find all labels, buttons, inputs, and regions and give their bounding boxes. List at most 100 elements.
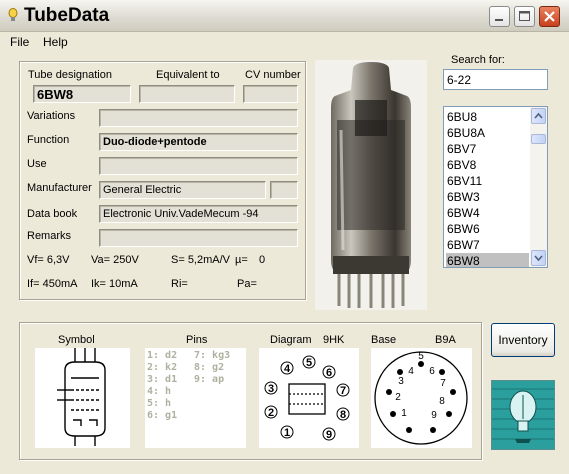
use-label: Use <box>27 158 47 170</box>
base-label: Base <box>371 334 397 346</box>
diagram-pin-number: 6 <box>326 367 332 379</box>
window-title: TubeData <box>24 5 110 26</box>
list-item[interactable]: 6BV7 <box>446 141 529 157</box>
manufacturer-code-field[interactable] <box>270 181 298 199</box>
param-if: If= 450mA <box>27 278 78 290</box>
pin-entry: 5: h <box>147 398 172 409</box>
databook-label: Data book <box>27 208 78 220</box>
pin-entry: 4: h <box>147 386 172 397</box>
param-mu-value: 0 <box>259 254 266 266</box>
vacuum-tube-image <box>331 62 411 308</box>
diagram-pin-number: 7 <box>340 385 346 397</box>
chevron-up-icon <box>534 112 543 119</box>
databook-field[interactable]: Electronic Univ.VadeMecum -94 <box>99 205 298 223</box>
function-label: Function <box>27 134 70 146</box>
pin-diagram-icon: 1 2 3 4 5 6 7 8 9 <box>264 355 350 441</box>
tube-photo <box>315 60 427 310</box>
param-ri: Ri= <box>171 278 188 290</box>
remarks-label: Remarks <box>27 230 72 242</box>
pin-entry: 3: d1 <box>147 374 178 385</box>
minimize-icon <box>495 19 503 21</box>
param-ik: Ik= 10mA <box>91 278 138 290</box>
maximize-button[interactable] <box>514 6 535 27</box>
designation-label: Tube designation <box>28 69 112 81</box>
param-mu: µ= <box>235 254 248 266</box>
equivalent-field[interactable] <box>139 85 235 103</box>
param-pa: Pa= <box>237 278 257 290</box>
pin-entry: 9: ap <box>194 374 225 385</box>
menu-file[interactable]: File <box>10 35 29 49</box>
pins-label: Pins <box>186 334 208 346</box>
search-label: Search for: <box>451 54 505 66</box>
tube-symbol-icon <box>57 348 106 446</box>
param-s: S= 5,2mA/V <box>171 254 231 266</box>
maximize-icon <box>519 11 530 21</box>
list-item[interactable]: 6BW3 <box>446 189 529 205</box>
pin-entry: 6: g1 <box>147 410 178 421</box>
pin-entry: 8: g2 <box>194 362 225 373</box>
minimize-button[interactable] <box>489 6 510 27</box>
diagram-pin-number: 8 <box>340 409 346 421</box>
equivalent-label: Equivalent to <box>156 69 220 81</box>
menu-bar <box>0 31 569 51</box>
param-vf: Vf= 6,3V <box>27 254 70 266</box>
list-item[interactable]: 6BU8 <box>446 109 529 125</box>
cv-number-label: CV number <box>245 69 301 81</box>
menu-help[interactable]: Help <box>43 35 68 49</box>
cv-number-field[interactable] <box>243 85 298 103</box>
diagram-pin-number: 3 <box>268 383 274 395</box>
tube-base-icon: 1 2 3 4 5 6 7 8 9 <box>374 351 468 445</box>
function-field[interactable]: Duo-diode+pentode <box>99 133 298 151</box>
diagram-code: 9HK <box>323 334 345 346</box>
diagram-pin-number: 2 <box>268 407 274 419</box>
manufacturer-label: Manufacturer <box>27 182 92 194</box>
base-pin-number: 4 <box>408 366 414 377</box>
tube-symbol-panel <box>35 348 130 448</box>
search-input[interactable] <box>443 69 548 90</box>
base-pin-number: 2 <box>395 392 401 403</box>
base-pin-number: 3 <box>398 376 404 387</box>
use-field[interactable] <box>99 157 298 175</box>
list-item[interactable]: 6BV11 <box>446 173 529 189</box>
scroll-up-button[interactable] <box>531 108 546 124</box>
param-va: Va= 250V <box>91 254 139 266</box>
designation-field[interactable]: 6BW8 <box>33 85 131 103</box>
variations-field[interactable] <box>99 109 298 127</box>
pin-entry: 7: kg3 <box>194 350 231 361</box>
remarks-field[interactable] <box>99 229 298 247</box>
base-pin-number: 7 <box>440 378 446 389</box>
list-item[interactable]: 6BW6 <box>446 221 529 237</box>
diagram-panel: 1 2 3 4 5 6 7 8 9 <box>259 348 359 448</box>
base-pin-number: 9 <box>431 410 437 421</box>
list-item[interactable]: 6BV8 <box>446 157 529 173</box>
close-icon <box>544 11 555 22</box>
diagram-pin-number: 9 <box>326 429 332 441</box>
pin-entry: 2: k2 <box>147 362 178 373</box>
scroll-down-button[interactable] <box>531 250 546 266</box>
inventory-button[interactable]: Inventory <box>491 323 555 357</box>
manufacturer-field[interactable]: General Electric <box>99 181 266 199</box>
tube-logo <box>491 380 555 450</box>
base-panel: 1 2 3 4 5 6 7 8 9 <box>371 348 472 448</box>
base-pin-number: 1 <box>401 408 407 419</box>
list-item-selected[interactable]: 6BW8 <box>446 253 529 267</box>
base-code: B9A <box>435 334 456 346</box>
tube-list[interactable]: 6BU8 6BU8A 6BV7 6BV8 6BV11 6BW3 6BW4 6BW… <box>443 106 548 268</box>
tube-app-icon <box>8 8 18 21</box>
base-pin-number: 8 <box>439 396 445 407</box>
diagram-pin-number: 4 <box>284 363 291 375</box>
list-scrollbar[interactable] <box>530 107 547 267</box>
tube-logo-icon <box>492 381 554 449</box>
close-button[interactable] <box>539 6 560 27</box>
diagram-pin-number: 5 <box>306 357 312 369</box>
symbol-label: Symbol <box>58 334 95 346</box>
chevron-down-icon <box>534 255 543 262</box>
base-pin-number: 5 <box>418 351 424 362</box>
base-pin-number: 6 <box>429 366 435 377</box>
scroll-thumb[interactable] <box>531 134 546 144</box>
list-item[interactable]: 6BW4 <box>446 205 529 221</box>
pin-entry: 1: d2 <box>147 350 178 361</box>
list-item[interactable]: 6BW7 <box>446 237 529 253</box>
list-item[interactable]: 6BU8A <box>446 125 529 141</box>
diagram-pin-number: 1 <box>284 427 290 439</box>
